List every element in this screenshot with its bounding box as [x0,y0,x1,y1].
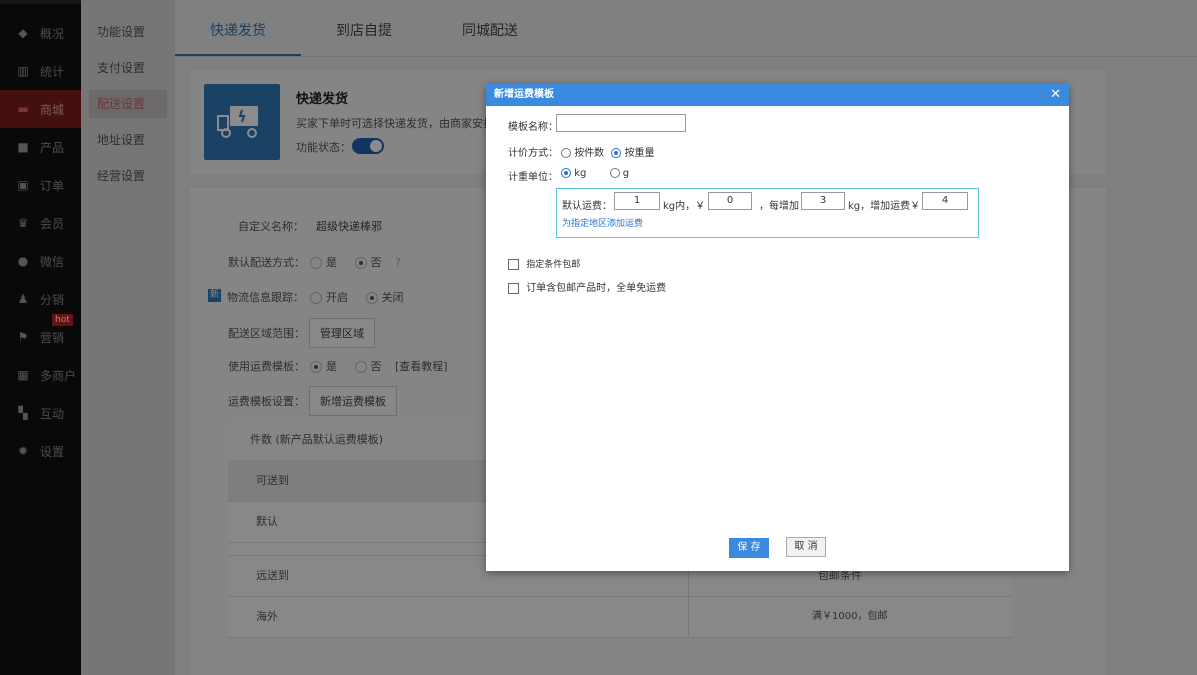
pricing-label: 计价方式： [508,148,558,159]
modal-title: 新增运费模板 [494,89,554,100]
add-fee-text: kg，增加运费￥ [848,201,921,212]
free-shipping-checkbox[interactable] [508,258,519,270]
unit-options: kg g [561,168,629,179]
by-count-radio[interactable] [561,148,571,158]
template-name-input[interactable] [556,114,686,132]
free-shipping-option: 指定条件包邮 [508,257,580,270]
add-template-modal: 新增运费模板 ✕ 模板名称： 计价方式： 按件数 按重量 计重单位： kg g … [486,84,1069,571]
order-free-option: 订单含包邮产品时，全单免运费 [508,279,666,294]
within-text: kg内，￥ [663,201,706,212]
default-fee-label: 默认运费： [562,201,612,212]
add-weight-input[interactable]: 3 [801,192,845,210]
order-free-checkbox[interactable] [508,282,519,294]
unit-kg-radio[interactable] [561,168,571,178]
pricing-options: 按件数 按重量 [561,144,655,159]
close-icon[interactable]: ✕ [1050,84,1061,106]
per-add-text: ，每增加 [759,201,799,212]
by-weight-radio[interactable] [611,148,622,158]
modal-header: 新增运费模板 ✕ [486,84,1069,106]
first-weight-input[interactable]: 1 [614,192,660,210]
region-fee-link[interactable]: 为指定地区添加运费 [562,216,643,229]
cancel-button[interactable]: 取 消 [786,537,826,557]
add-fee-input[interactable]: 4 [922,192,968,210]
unit-g-radio[interactable] [609,168,620,178]
template-name-label: 模板名称： [508,122,558,133]
first-fee-input[interactable]: 0 [708,192,752,210]
unit-label: 计重单位： [508,172,558,183]
save-button[interactable]: 保 存 [729,538,769,558]
